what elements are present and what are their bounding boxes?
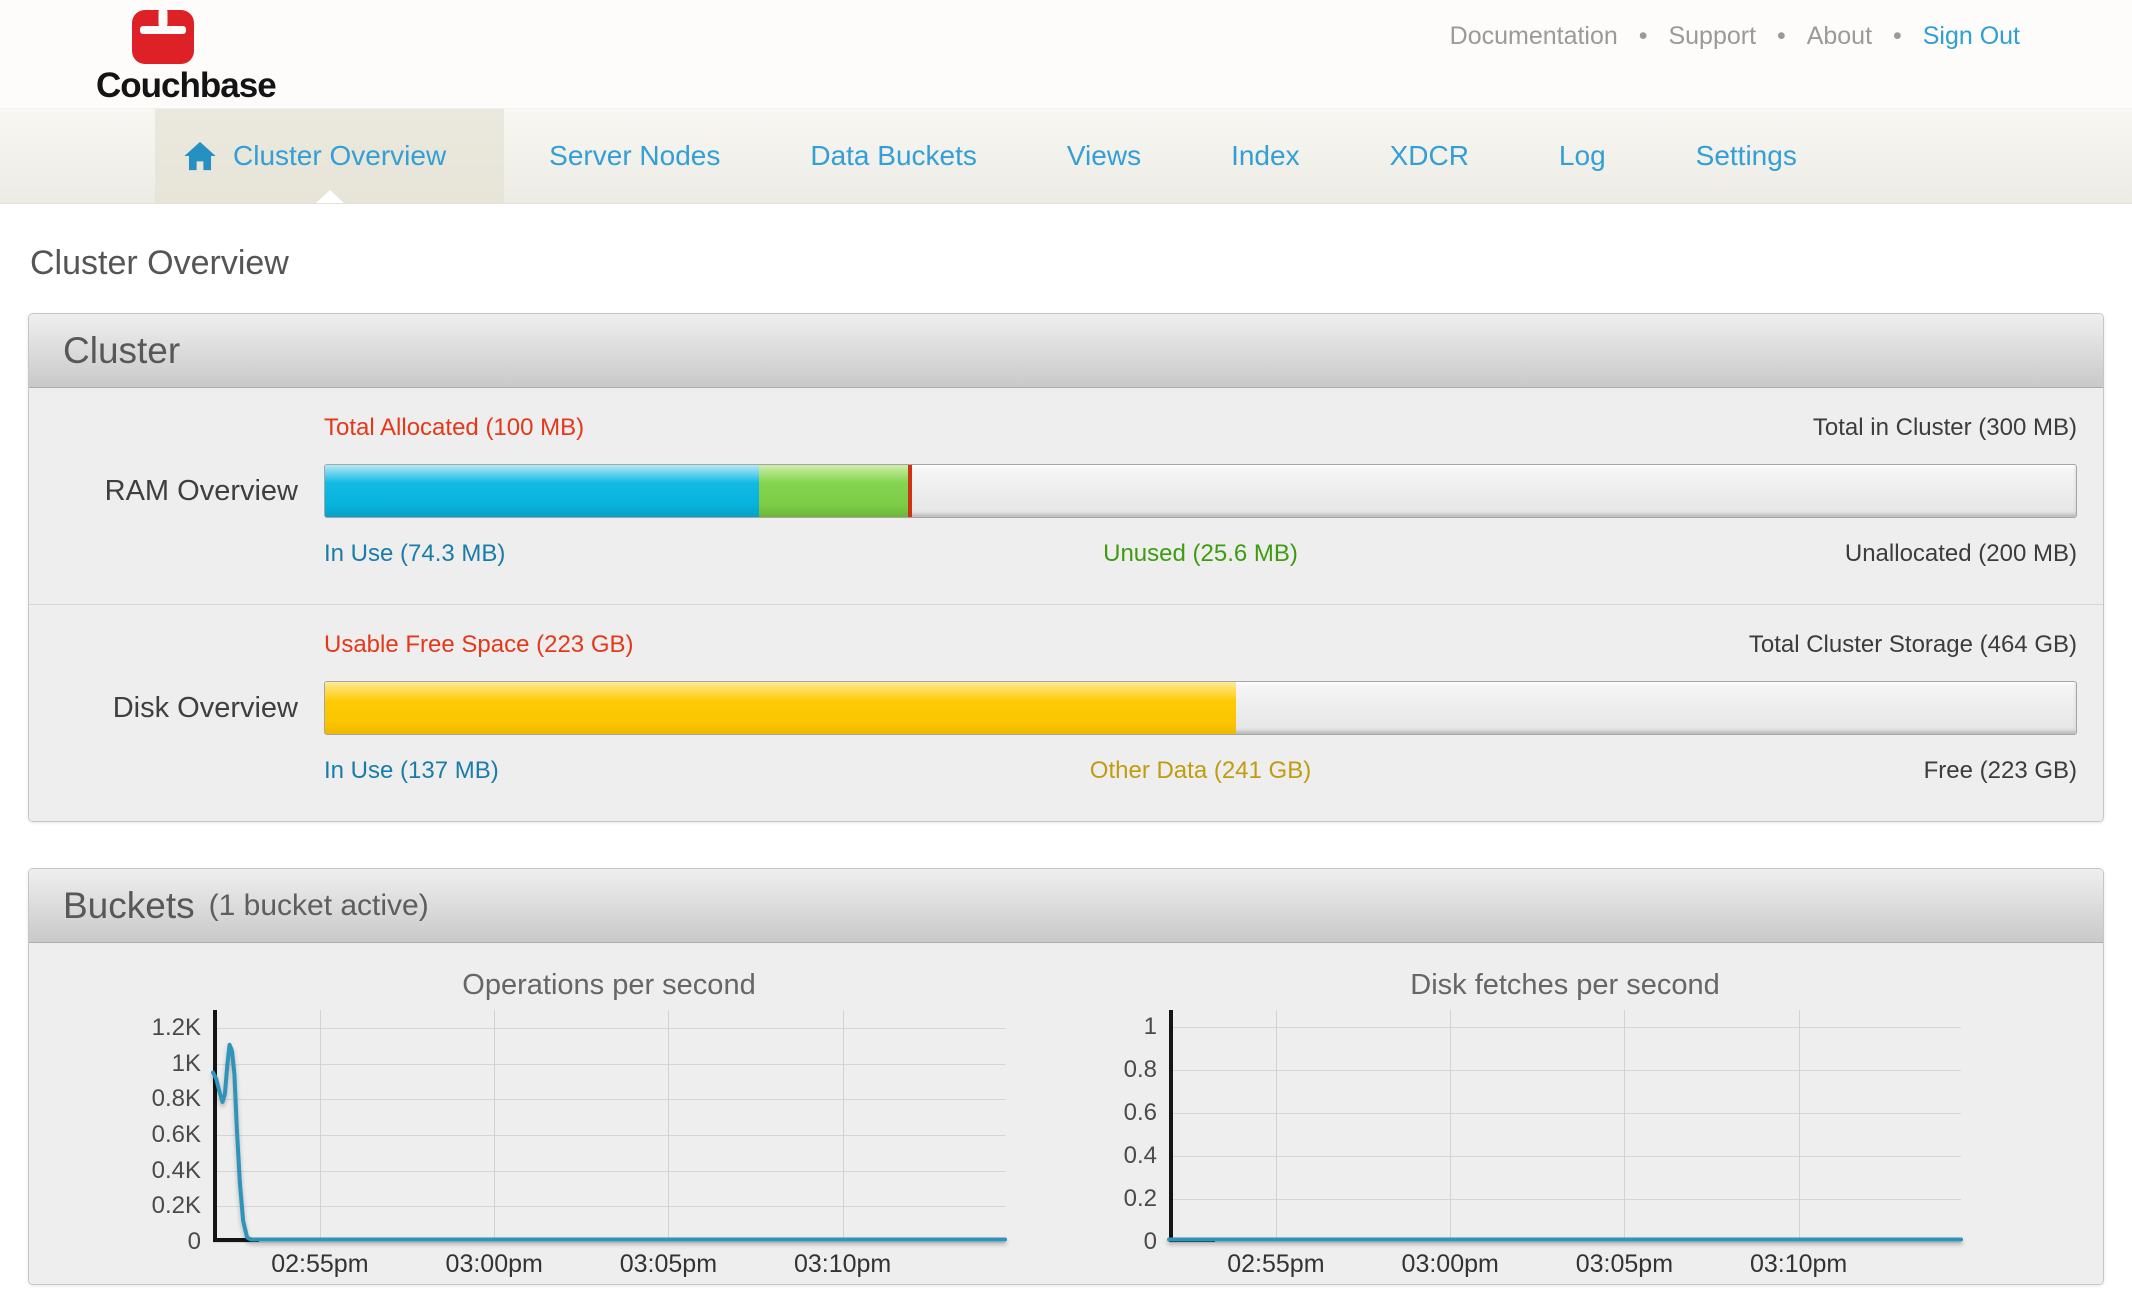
chart-title: Operations per second [213,969,1005,1002]
tab-label: Cluster Overview [233,140,446,172]
tab-data-buckets[interactable]: Data Buckets [765,109,1022,203]
y-tick-label: 0.2K [152,1192,201,1220]
tab-settings[interactable]: Settings [1651,109,1842,203]
disk-overview-label: Disk Overview [29,692,324,725]
gridline [213,1242,1005,1243]
tab-label: XDCR [1390,140,1469,172]
buckets-panel-subtitle: (1 bucket active) [209,889,429,923]
y-tick-label: 0.6K [152,1121,201,1149]
tab-label: Views [1067,140,1141,172]
header-links: Documentation • Support • About • Sign O… [1443,22,2027,51]
x-tick-label: 03:00pm [1402,1250,1499,1279]
tab-cluster-overview[interactable]: Cluster Overview [155,109,504,203]
x-tick-label: 02:55pm [271,1250,368,1279]
disk-usage-bar [324,681,2077,735]
y-tick-label: 1K [172,1050,201,1078]
bullet-separator: • [1639,22,1648,50]
y-tick-label: 0.2 [1124,1185,1157,1213]
ram-unused-label: Unused (25.6 MB) [1103,540,1298,568]
ram-usage-bar [324,464,2077,518]
y-tick-label: 0 [1144,1228,1157,1256]
disk-fetches-chart: Disk fetches per second 1 0.8 0.6 0.4 0.2 0 0… [1105,969,1961,1284]
ram-overview-section: Total Allocated (100 MB) Total in Cluste… [29,388,2103,604]
link-support[interactable]: Support [1668,22,1756,50]
x-axis-labels: 02:55pm 03:00pm 03:05pm 03:10pm [1169,1250,1961,1284]
y-tick-label: 0.8K [152,1085,201,1113]
cluster-panel-body: Total Allocated (100 MB) Total in Cluste… [29,388,2103,821]
tab-index[interactable]: Index [1186,109,1345,203]
y-tick-label: 0.6 [1124,1099,1157,1127]
y-axis-labels: 10.80.60.40.20 [1105,1010,1169,1242]
disk-usable-free-label: Usable Free Space (223 GB) [324,631,633,659]
chart-line [1169,1010,1961,1242]
cluster-panel: Cluster Total Allocated (100 MB) Total i… [28,313,2104,822]
tab-label: Data Buckets [810,140,977,172]
page-title: Cluster Overview [28,204,2104,313]
buckets-panel: Buckets (1 bucket active) Operations per… [28,868,2104,1285]
disk-in-use-label: In Use (137 MB) [324,757,499,785]
disk-overview-section: Usable Free Space (223 GB) Total Cluster… [29,604,2103,821]
ram-in-use-label: In Use (74.3 MB) [324,540,505,568]
ops-per-second-chart: Operations per second 1.2K 1K 0.8K 0.6K 0.4K… [149,969,1005,1284]
y-tick-label: 1.2K [152,1014,201,1042]
tab-label: Server Nodes [549,140,720,172]
main-content: Cluster Overview Cluster Total Allocated… [0,204,2132,1285]
ram-allocated-marker [908,465,912,517]
disk-total-storage-label: Total Cluster Storage (464 GB) [1749,631,2077,659]
y-tick-label: 0.8 [1124,1056,1157,1084]
ram-unused-segment [759,465,908,517]
y-tick-label: 1 [1144,1013,1157,1041]
tab-xdcr[interactable]: XDCR [1345,109,1514,203]
cluster-panel-header: Cluster [29,314,2103,388]
x-axis-labels: 02:55pm 03:00pm 03:05pm 03:10pm [213,1250,1005,1284]
couchbase-logo[interactable]: Couchbase [96,10,276,106]
tab-label: Index [1231,140,1300,172]
x-tick-label: 03:05pm [620,1250,717,1279]
y-tick-label: 0.4K [152,1157,201,1185]
tab-server-nodes[interactable]: Server Nodes [504,109,765,203]
ram-unallocated-label: Unallocated (200 MB) [1845,540,2077,568]
main-nav: Cluster Overview Server Nodes Data Bucke… [0,108,2132,204]
bullet-separator: • [1777,22,1786,50]
link-sign-out[interactable]: Sign Out [1923,22,2020,50]
tab-label: Settings [1696,140,1797,172]
y-tick-label: 0.4 [1124,1142,1157,1170]
bullet-separator: • [1893,22,1902,50]
chart-line [213,1010,1005,1242]
home-icon [183,140,217,172]
buckets-panel-header: Buckets (1 bucket active) [29,869,2103,943]
buckets-panel-title: Buckets [63,885,195,927]
x-tick-label: 03:00pm [446,1250,543,1279]
link-documentation[interactable]: Documentation [1450,22,1618,50]
disk-used-segment [325,682,1236,734]
couchbase-logo-icon [132,10,194,64]
tab-label: Log [1559,140,1606,172]
top-header: Couchbase Documentation • Support • Abou… [0,0,2132,108]
y-axis-labels: 1.2K1K0.8K0.6K0.4K0.2K0 [149,1010,213,1242]
tab-views[interactable]: Views [1022,109,1186,203]
disk-free-label: Free (223 GB) [1924,757,2077,785]
x-tick-label: 03:05pm [1576,1250,1673,1279]
ram-overview-label: RAM Overview [29,475,324,508]
chart-title: Disk fetches per second [1169,969,1961,1002]
ram-in-use-segment [325,465,759,517]
gridline [1169,1242,1961,1243]
x-tick-label: 03:10pm [794,1250,891,1279]
brand-name: Couchbase [96,66,276,106]
link-about[interactable]: About [1807,22,1872,50]
chart-plot-area [213,1010,1005,1242]
y-tick-label: 0 [188,1228,201,1256]
x-tick-label: 02:55pm [1227,1250,1324,1279]
cluster-panel-title: Cluster [63,330,180,372]
ram-total-in-cluster-label: Total in Cluster (300 MB) [1813,414,2077,442]
disk-other-data-label: Other Data (241 GB) [1090,757,1311,785]
chart-plot-area [1169,1010,1961,1242]
x-tick-label: 03:10pm [1750,1250,1847,1279]
tab-log[interactable]: Log [1514,109,1651,203]
ram-total-allocated-label: Total Allocated (100 MB) [324,414,584,442]
buckets-panel-body: Operations per second 1.2K 1K 0.8K 0.6K 0.4K… [29,943,2103,1284]
